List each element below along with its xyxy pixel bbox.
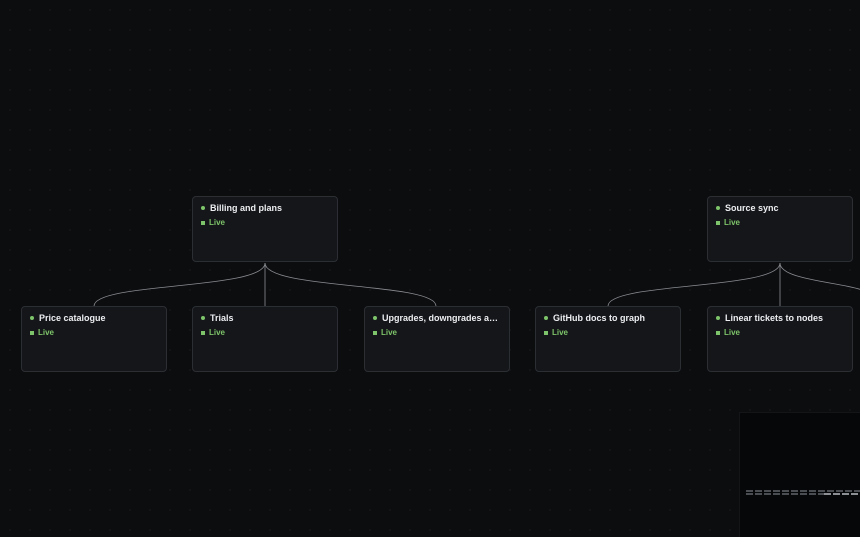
node-github-docs-to-graph[interactable]: GitHub docs to graph Live: [535, 306, 681, 372]
edge-source-offscreen: [779, 262, 860, 290]
edge-layer: [93, 262, 860, 307]
node-source-sync[interactable]: Source sync Live: [707, 196, 853, 262]
node-status: Live: [381, 328, 398, 337]
status-dot-icon: [716, 206, 720, 210]
status-dot-icon: [30, 316, 34, 320]
node-price-catalogue[interactable]: Price catalogue Live: [21, 306, 167, 372]
live-square-icon: [30, 330, 34, 335]
minimap-preview: [746, 490, 860, 495]
live-square-icon: [544, 330, 548, 335]
node-trials[interactable]: Trials Live: [192, 306, 338, 372]
status-dot-icon: [716, 316, 720, 320]
status-dot-icon: [373, 316, 377, 320]
graph-canvas[interactable]: Billing and plans Live Source sync Live …: [0, 0, 860, 537]
node-title: GitHub docs to graph: [553, 313, 645, 323]
live-square-icon: [201, 330, 205, 335]
edge-source-github: [607, 262, 781, 307]
minimap[interactable]: [739, 412, 860, 537]
node-title: Linear tickets to nodes: [725, 313, 824, 323]
live-square-icon: [716, 330, 720, 335]
edge-billing-upgrades: [264, 262, 437, 307]
status-dot-icon: [201, 316, 205, 320]
node-status: Live: [209, 218, 226, 227]
node-status: Live: [552, 328, 569, 337]
node-title: Trials: [210, 313, 234, 323]
node-upgrades-downgrades[interactable]: Upgrades, downgrades and trials Live: [364, 306, 510, 372]
node-status: Live: [724, 218, 741, 227]
edge-billing-price: [93, 262, 266, 307]
live-square-icon: [373, 330, 377, 335]
node-status: Live: [38, 328, 55, 337]
node-billing-and-plans[interactable]: Billing and plans Live: [192, 196, 338, 262]
status-dot-icon: [544, 316, 548, 320]
live-square-icon: [201, 220, 205, 225]
node-title: Billing and plans: [210, 203, 283, 213]
node-status: Live: [209, 328, 226, 337]
node-status: Live: [724, 328, 741, 337]
node-title: Price catalogue: [39, 313, 106, 323]
node-title: Source sync: [725, 203, 779, 213]
node-linear-tickets-to-nodes[interactable]: Linear tickets to nodes Live: [707, 306, 853, 372]
node-title: Upgrades, downgrades and trials: [382, 313, 501, 323]
status-dot-icon: [201, 206, 205, 210]
live-square-icon: [716, 220, 720, 225]
